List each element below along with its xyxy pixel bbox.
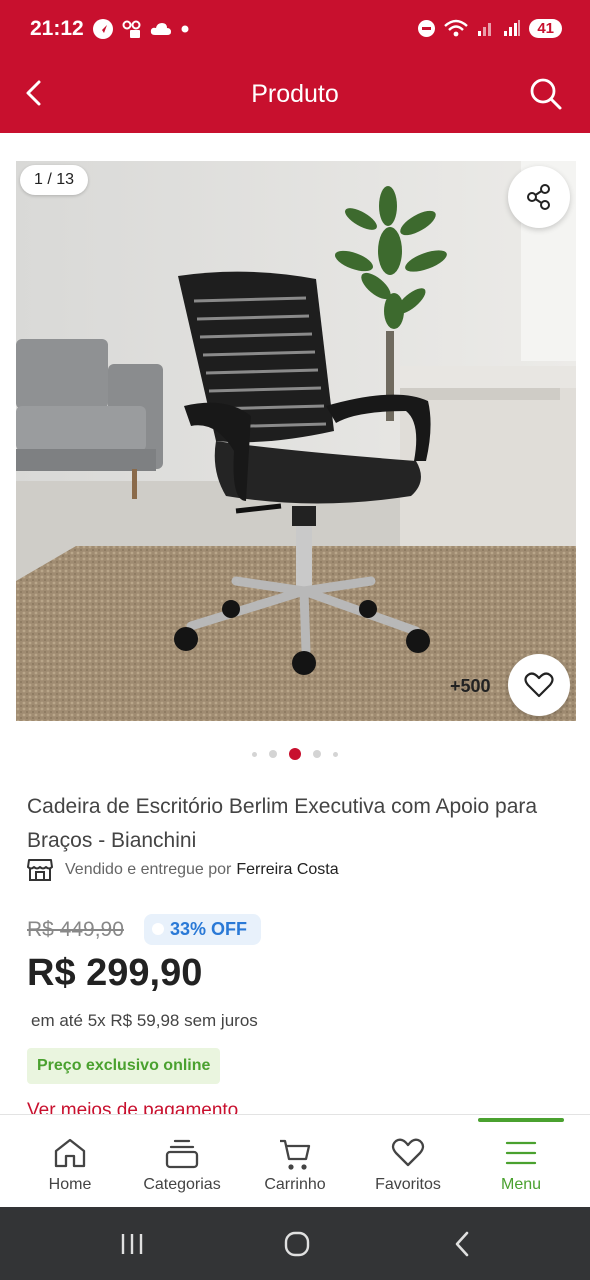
system-navigation-bar bbox=[0, 1207, 590, 1280]
nav-cart-label: Carrinho bbox=[264, 1176, 326, 1193]
nav-cart[interactable]: Carrinho bbox=[236, 1115, 354, 1208]
product-image[interactable] bbox=[16, 161, 576, 721]
pagination-dot-active[interactable] bbox=[289, 748, 301, 760]
nav-categories-label: Categorias bbox=[143, 1176, 221, 1193]
battery-indicator: 41 bbox=[529, 18, 562, 38]
exclusive-online-badge: Preço exclusivo online bbox=[27, 1048, 221, 1084]
home-icon bbox=[54, 1138, 86, 1168]
seller-prefix: Vendido e entregue por bbox=[65, 861, 232, 878]
home-button-icon[interactable] bbox=[282, 1229, 312, 1259]
seller-info: Vendido e entregue por Ferreira Costa bbox=[27, 858, 339, 882]
page-title: Produto bbox=[251, 80, 339, 108]
wifi-icon bbox=[444, 19, 469, 37]
pagination-dot[interactable] bbox=[252, 751, 257, 757]
discount-badge: 33% OFF bbox=[144, 914, 262, 945]
cloud-icon bbox=[150, 23, 171, 35]
pagination-dot[interactable] bbox=[313, 750, 321, 758]
categories-icon bbox=[165, 1139, 199, 1169]
store-icon bbox=[27, 859, 53, 881]
do-not-disturb-icon bbox=[418, 19, 436, 37]
old-price: R$ 449,90 bbox=[27, 918, 124, 941]
search-icon[interactable] bbox=[528, 76, 564, 112]
navigation-icon bbox=[93, 19, 113, 39]
image-counter: 1 / 13 bbox=[20, 165, 89, 195]
toolbar: Produto bbox=[0, 62, 590, 133]
share-button[interactable] bbox=[508, 166, 570, 228]
share-icon bbox=[527, 184, 550, 210]
pagination-dot[interactable] bbox=[333, 751, 338, 757]
menu-icon bbox=[505, 1141, 537, 1165]
product-title: Cadeira de Escritório Berlim Executiva c… bbox=[27, 795, 538, 852]
payment-methods-link[interactable]: Ver meios de pagamento bbox=[27, 1099, 238, 1115]
nav-home-label: Home bbox=[48, 1176, 92, 1193]
seller-name[interactable]: Ferreira Costa bbox=[236, 861, 338, 879]
nav-home[interactable]: Home bbox=[11, 1115, 129, 1208]
heart-icon bbox=[391, 1138, 425, 1167]
back-button-icon[interactable] bbox=[448, 1229, 478, 1259]
gallery-pagination bbox=[0, 748, 590, 760]
nav-menu[interactable]: Menu bbox=[462, 1115, 580, 1208]
nav-categories[interactable]: Categorias bbox=[123, 1115, 241, 1208]
status-time: 21:12 bbox=[30, 17, 84, 40]
pagination-dot[interactable] bbox=[269, 750, 277, 758]
current-price: R$ 299,90 bbox=[27, 952, 203, 994]
installments: em até 5x R$ 59,98 sem juros bbox=[31, 1011, 258, 1030]
status-bar: 21:12 41 bbox=[0, 0, 590, 62]
bottom-navigation: Home Categorias Carrinho Favoritos Menu bbox=[0, 1114, 590, 1207]
favorite-button[interactable] bbox=[508, 654, 570, 716]
nav-menu-label: Menu bbox=[500, 1176, 542, 1193]
favorites-count: +500 bbox=[450, 676, 491, 696]
app-header: 21:12 41 Produto bbox=[0, 0, 590, 133]
nav-favorites[interactable]: Favoritos bbox=[349, 1115, 467, 1208]
cart-icon bbox=[280, 1139, 311, 1170]
voice-mail-icon bbox=[122, 20, 141, 38]
signal-icon bbox=[478, 23, 492, 36]
nav-favorites-label: Favoritos bbox=[375, 1176, 441, 1193]
signal-icon bbox=[504, 20, 521, 36]
recent-apps-icon[interactable] bbox=[117, 1229, 147, 1259]
dot-icon bbox=[181, 25, 189, 33]
heart-icon bbox=[524, 672, 554, 698]
